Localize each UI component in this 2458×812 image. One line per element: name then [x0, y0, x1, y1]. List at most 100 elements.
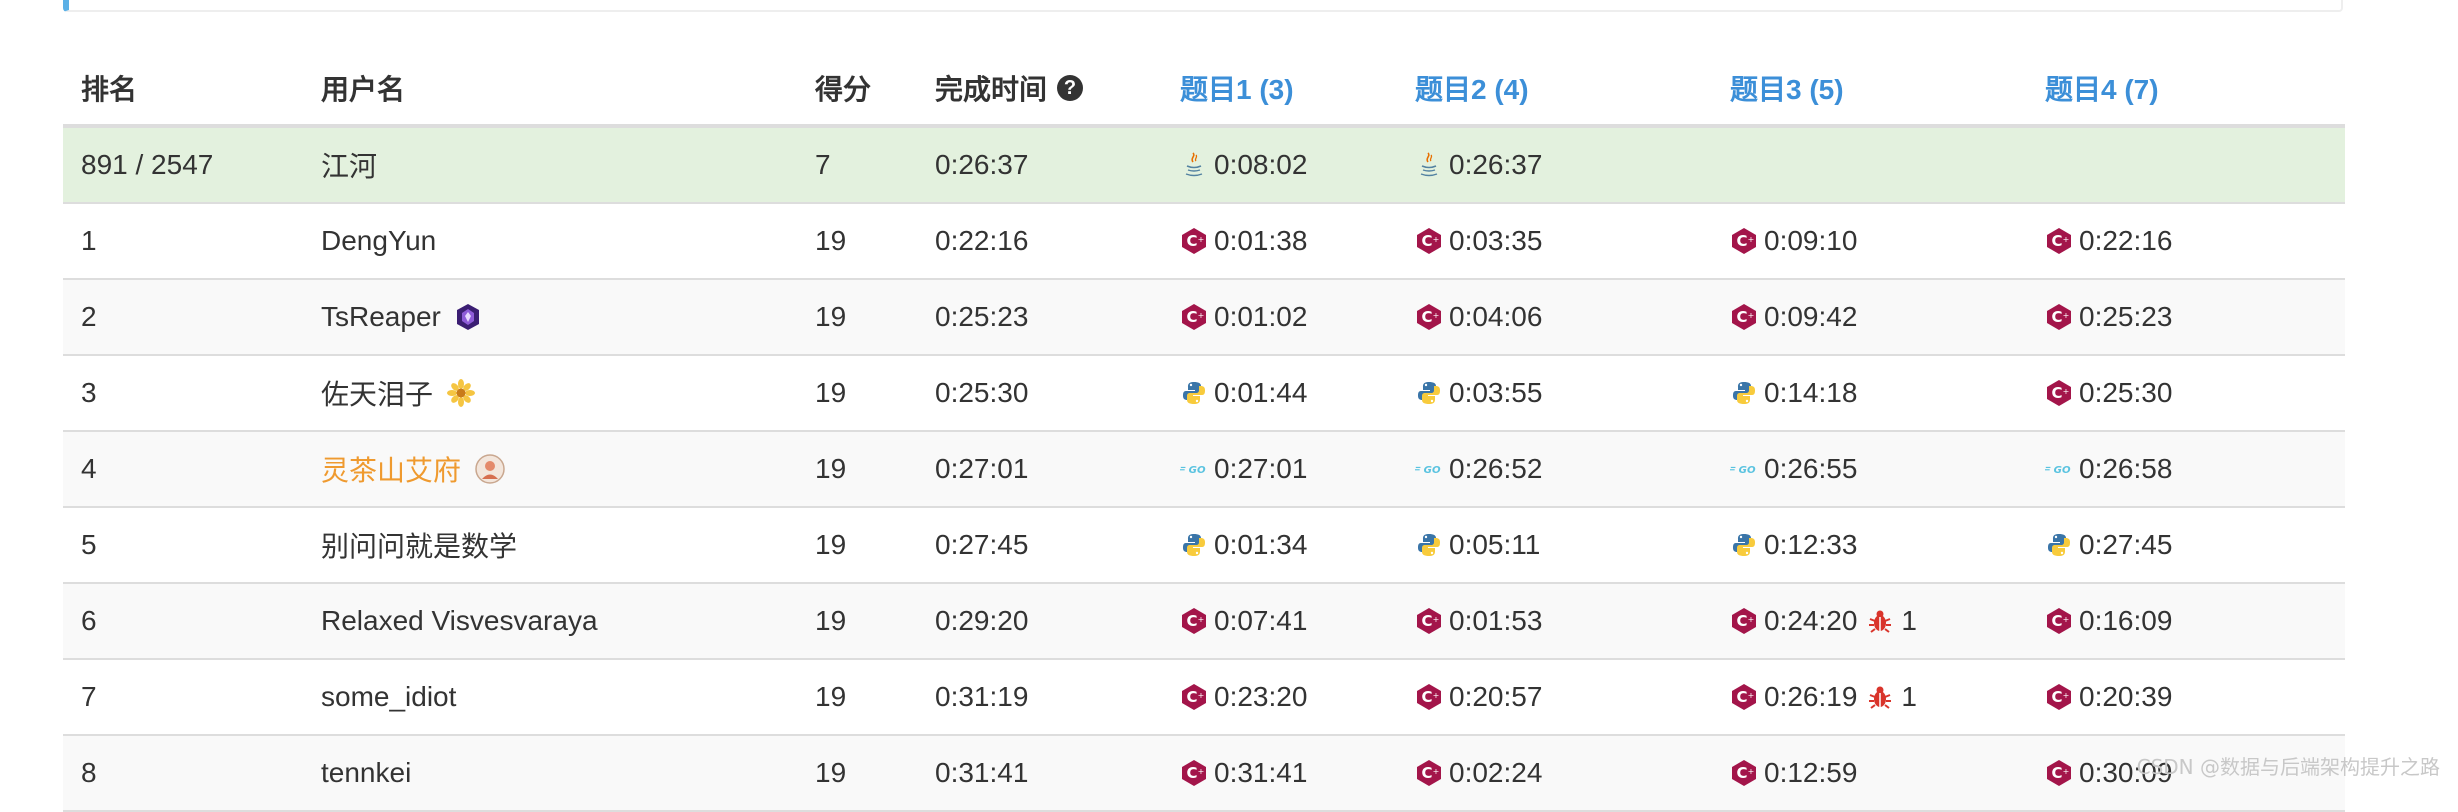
q3-cell[interactable]: 0:14:18 [1730, 356, 1857, 430]
svg-text:+: + [1748, 767, 1755, 776]
username-link[interactable]: 别问问就是数学 [321, 525, 517, 565]
finish-time-cell: 0:31:41 [935, 736, 1028, 810]
table-row: 891 / 2547江河70:26:370:08:020:26:37 [63, 128, 2345, 204]
cpp-icon: C+ [1415, 303, 1443, 331]
q2-cell[interactable]: C+0:01:53 [1415, 584, 1542, 658]
header-q2-link[interactable]: 题目2 (4) [1415, 52, 1529, 124]
q2-cell[interactable]: C+0:04:06 [1415, 280, 1542, 354]
username-link[interactable]: 佐天泪子 [321, 373, 433, 413]
finish-time-cell: 0:25:23 [935, 280, 1028, 354]
q4-time: 0:22:16 [2079, 225, 2172, 257]
header-username: 用户名 [321, 52, 405, 124]
rank-cell: 2 [81, 280, 97, 354]
q1-cell[interactable]: 0:01:34 [1180, 508, 1307, 582]
q2-cell[interactable]: C+0:02:24 [1415, 736, 1542, 810]
score-cell: 19 [815, 356, 846, 430]
q1-cell[interactable]: 0:08:02 [1180, 128, 1307, 202]
q1-cell[interactable]: C+0:31:41 [1180, 736, 1307, 810]
username-link[interactable]: tennkei [321, 757, 411, 789]
username-cell[interactable]: 灵茶山艾府 [321, 432, 505, 506]
q4-time: 0:25:23 [2079, 301, 2172, 333]
header-q3-link[interactable]: 题目3 (5) [1730, 52, 1844, 124]
q2-cell[interactable]: 0:05:11 [1415, 508, 1540, 582]
q1-cell[interactable]: C+0:07:41 [1180, 584, 1307, 658]
username-cell[interactable]: 江河 [321, 128, 377, 202]
svg-text:C: C [1186, 232, 1197, 250]
q1-cell[interactable]: GO0:27:01 [1180, 432, 1307, 506]
flower-badge-icon [447, 379, 475, 407]
header-q1-link[interactable]: 题目1 (3) [1180, 52, 1294, 124]
q3-cell[interactable]: C+0:09:42 [1730, 280, 1857, 354]
q3-cell[interactable]: C+0:12:59 [1730, 736, 1857, 810]
username-cell[interactable]: some_idiot [321, 660, 456, 734]
username-link[interactable]: 灵茶山艾府 [321, 449, 461, 489]
username-link[interactable]: Relaxed Visvesvaraya [321, 605, 598, 637]
svg-text:C: C [2051, 384, 2062, 402]
username-cell[interactable]: 佐天泪子 [321, 356, 475, 430]
table-row: 1DengYun190:22:16C+0:01:38C+0:03:35C+0:0… [63, 204, 2345, 280]
q2-time: 0:03:35 [1449, 225, 1542, 257]
java-icon [1180, 151, 1208, 179]
q2-cell[interactable]: GO0:26:52 [1415, 432, 1542, 506]
username-cell[interactable]: DengYun [321, 204, 436, 278]
java-icon [1415, 151, 1443, 179]
svg-text:GO: GO [1424, 465, 1441, 476]
q4-cell[interactable]: GO0:26:58 [2045, 432, 2172, 506]
table-row: 7some_idiot190:31:19C+0:23:20C+0:20:57C+… [63, 660, 2345, 736]
q3-time: 0:12:59 [1764, 757, 1857, 789]
q2-cell[interactable]: 0:26:37 [1415, 128, 1542, 202]
svg-text:GO: GO [1739, 465, 1756, 476]
go-icon: GO [1415, 455, 1443, 483]
cpp-icon: C+ [1180, 607, 1208, 635]
q1-cell[interactable]: C+0:23:20 [1180, 660, 1307, 734]
cpp-icon: C+ [1180, 683, 1208, 711]
q3-cell[interactable]: C+0:09:10 [1730, 204, 1857, 278]
cpp-icon: C+ [1180, 759, 1208, 787]
q3-time: 0:26:55 [1764, 453, 1857, 485]
q2-cell[interactable]: C+0:03:35 [1415, 204, 1542, 278]
q4-cell[interactable]: C+0:25:23 [2045, 280, 2172, 354]
username-link[interactable]: TsReaper [321, 301, 441, 333]
question-circle-icon[interactable]: ? [1057, 75, 1083, 101]
q4-cell[interactable]: 0:27:45 [2045, 508, 2172, 582]
q1-cell[interactable]: C+0:01:38 [1180, 204, 1307, 278]
q4-cell[interactable]: C+0:16:09 [2045, 584, 2172, 658]
q1-time: 0:27:01 [1214, 453, 1307, 485]
cpp-icon: C+ [1415, 683, 1443, 711]
username-cell[interactable]: Relaxed Visvesvaraya [321, 584, 598, 658]
q1-cell[interactable]: 0:01:44 [1180, 356, 1307, 430]
svg-text:+: + [1198, 767, 1205, 776]
q3-cell[interactable]: C+0:24:201 [1730, 584, 1917, 658]
ranking-table: 排名 用户名 得分 完成时间 ? 题目1 (3) 题目2 (4) 题目3 (5)… [63, 52, 2345, 812]
q3-cell[interactable]: GO 0:26:55 [1730, 432, 1857, 506]
svg-text:C: C [1736, 612, 1747, 630]
username-link[interactable]: some_idiot [321, 681, 456, 713]
header-score: 得分 [815, 52, 871, 124]
q3-time: 0:12:33 [1764, 529, 1857, 561]
q2-cell[interactable]: 0:03:55 [1415, 356, 1542, 430]
username-cell[interactable]: TsReaper [321, 280, 481, 354]
avatar-badge-icon [475, 454, 505, 484]
username-cell[interactable]: 别问问就是数学 [321, 508, 517, 582]
go-icon: GO [1180, 455, 1208, 483]
q1-cell[interactable]: C+0:01:02 [1180, 280, 1307, 354]
guardian-badge-icon [455, 303, 481, 331]
q4-cell[interactable]: C+0:25:30 [2045, 356, 2172, 430]
q2-time: 0:01:53 [1449, 605, 1542, 637]
svg-text:C: C [1421, 764, 1432, 782]
q4-cell[interactable]: C+0:20:39 [2045, 660, 2172, 734]
q2-cell[interactable]: C+0:20:57 [1415, 660, 1542, 734]
username-link[interactable]: DengYun [321, 225, 436, 257]
finish-time-cell: 0:22:16 [935, 204, 1028, 278]
username-cell[interactable]: tennkei [321, 736, 411, 810]
python-icon [1180, 379, 1208, 407]
header-q4-link[interactable]: 题目4 (7) [2045, 52, 2159, 124]
q3-cell[interactable]: C+0:26:191 [1730, 660, 1917, 734]
python-icon [1730, 531, 1758, 559]
q4-cell[interactable]: C+0:22:16 [2045, 204, 2172, 278]
q4-time: 0:20:39 [2079, 681, 2172, 713]
svg-text:C: C [1186, 612, 1197, 630]
q3-cell[interactable]: 0:12:33 [1730, 508, 1857, 582]
svg-text:+: + [1198, 615, 1205, 624]
username-link[interactable]: 江河 [321, 145, 377, 185]
